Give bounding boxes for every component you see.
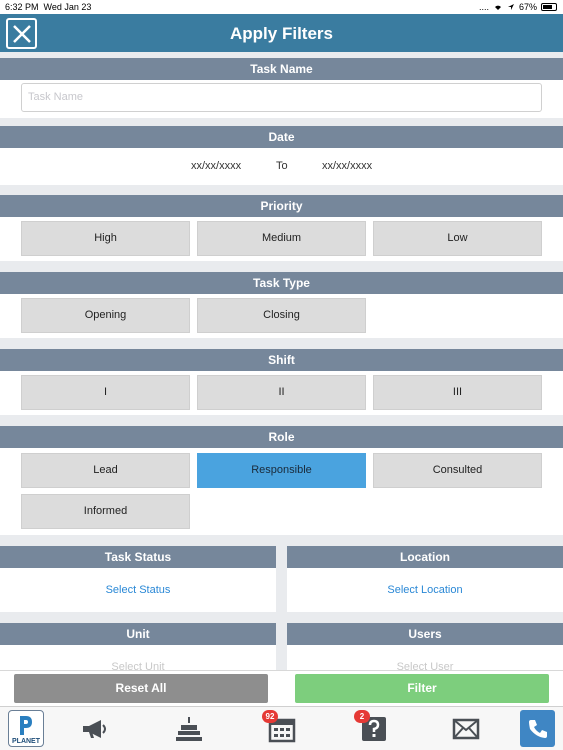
date-section: xx/xx/xxxx To xx/xx/xxxx [0, 148, 563, 185]
status-bar: 6:32 PM Wed Jan 23 .... 67% [0, 0, 563, 14]
tab-bar: PLANET 92 2 [0, 706, 563, 750]
tab-calendar[interactable]: 92 [262, 710, 300, 747]
planet-logo[interactable]: PLANET [8, 710, 44, 747]
filter-form[interactable]: Task Name Task Name Date xx/xx/xxxx To x… [0, 52, 563, 670]
location-select[interactable]: Select Location [287, 568, 563, 612]
unit-users-row: Unit Select Unit Users Select User [0, 623, 563, 670]
task-type-section: Opening Closing [0, 294, 563, 338]
tab-help[interactable]: 2 [354, 710, 392, 747]
shift-header: Shift [0, 349, 563, 371]
unit-select[interactable]: Select Unit [0, 645, 276, 670]
megaphone-icon [83, 720, 106, 738]
shift-section: I II III [0, 371, 563, 415]
tab-phone[interactable] [520, 710, 555, 747]
date-from-field[interactable]: xx/xx/xxxx [191, 160, 241, 172]
priority-high-button[interactable]: High [21, 221, 190, 256]
task-status-header: Task Status [0, 546, 276, 568]
unit-header: Unit [0, 623, 276, 645]
app-header: Apply Filters [0, 14, 563, 52]
priority-medium-button[interactable]: Medium [197, 221, 366, 256]
page-title: Apply Filters [230, 24, 333, 43]
date-to-label: To [276, 160, 288, 172]
reset-all-button[interactable]: Reset All [14, 674, 268, 703]
status-location-row: Task Status Select Status Location Selec… [0, 546, 563, 612]
date-header: Date [0, 126, 563, 148]
task-type-header: Task Type [0, 272, 563, 294]
location-arrow-icon [507, 4, 514, 10]
users-header: Users [287, 623, 563, 645]
date-to-field[interactable]: xx/xx/xxxx [322, 160, 372, 172]
task-name-input[interactable]: Task Name [21, 83, 542, 112]
status-time: 6:32 PM [5, 2, 39, 12]
battery-percent: 67% [518, 2, 537, 12]
wifi-icon [494, 5, 501, 10]
status-time-date: 6:32 PM Wed Jan 23 [5, 2, 91, 12]
mail-icon [452, 718, 480, 740]
task-name-header: Task Name [0, 58, 563, 80]
role-responsible-button[interactable]: Responsible [197, 453, 366, 488]
status-date: Wed Jan 23 [43, 2, 92, 12]
tab-messages[interactable] [448, 711, 484, 747]
calendar-badge: 92 [262, 710, 278, 723]
action-bar: Reset All Filter [0, 670, 563, 706]
role-lead-button[interactable]: Lead [21, 453, 190, 488]
priority-section: High Medium Low [0, 217, 563, 261]
task-name-section: Task Name [0, 80, 563, 118]
location-header: Location [287, 546, 563, 568]
role-header: Role [0, 426, 563, 448]
task-status-select[interactable]: Select Status [0, 568, 276, 612]
tab-birthdays[interactable] [171, 711, 207, 747]
shift-i-button[interactable]: I [21, 375, 190, 410]
users-select[interactable]: Select User [287, 645, 563, 670]
filter-button[interactable]: Filter [295, 674, 549, 703]
shift-ii-button[interactable]: II [197, 375, 366, 410]
tab-announcements[interactable] [77, 711, 113, 747]
help-badge: 2 [354, 710, 370, 723]
status-right: .... 67% [479, 2, 557, 12]
priority-header: Priority [0, 195, 563, 217]
task-type-closing-button[interactable]: Closing [197, 298, 366, 333]
planet-label: PLANET [12, 738, 40, 745]
cake-icon [176, 717, 202, 741]
battery-icon [541, 3, 557, 11]
role-informed-button[interactable]: Informed [21, 494, 190, 529]
shift-iii-button[interactable]: III [373, 375, 542, 410]
phone-icon [528, 719, 547, 738]
priority-low-button[interactable]: Low [373, 221, 542, 256]
signal-icon: .... [478, 2, 489, 12]
task-type-opening-button[interactable]: Opening [21, 298, 190, 333]
planet-p-icon [20, 716, 32, 735]
role-consulted-button[interactable]: Consulted [373, 453, 542, 488]
role-section: Lead Responsible Consulted Informed [0, 448, 563, 535]
